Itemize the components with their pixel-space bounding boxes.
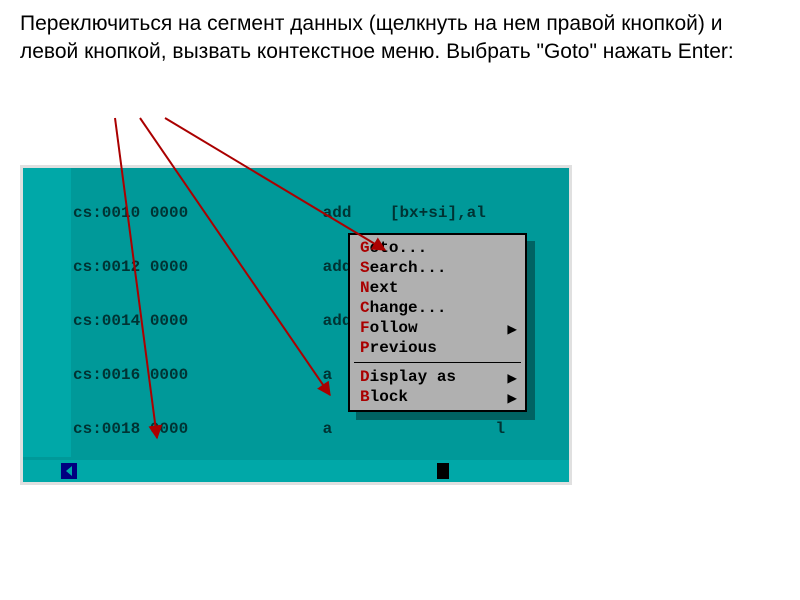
menu-goto[interactable]: Goto... xyxy=(350,238,525,258)
submenu-arrow-icon: ▶ xyxy=(507,320,517,340)
context-menu: Goto... Search... Next Change... Follow▶… xyxy=(348,233,527,412)
submenu-arrow-icon: ▶ xyxy=(507,369,517,389)
horizontal-scrollbar[interactable] xyxy=(23,460,569,482)
menu-next[interactable]: Next xyxy=(350,278,525,298)
menu-follow[interactable]: Follow▶ xyxy=(350,318,525,338)
debugger-window: cs:0010 0000 add [bx+si],al cs:0012 0000… xyxy=(20,165,572,485)
scroll-thumb[interactable] xyxy=(437,463,449,479)
asm-row[interactable]: cs:0018 0000 a l xyxy=(73,420,569,438)
menu-block[interactable]: Block▶ xyxy=(350,387,525,407)
asm-row[interactable]: cs:0010 0000 add [bx+si],al xyxy=(73,204,569,222)
menu-separator xyxy=(354,362,521,363)
menu-change[interactable]: Change... xyxy=(350,298,525,318)
menu-previous[interactable]: Previous xyxy=(350,338,525,358)
instruction-text: Переключиться на сегмент данных (щелкнут… xyxy=(20,10,770,67)
scroll-left-icon[interactable] xyxy=(61,463,77,479)
line-gutter xyxy=(23,168,71,457)
menu-search[interactable]: Search... xyxy=(350,258,525,278)
menu-display-as[interactable]: Display as▶ xyxy=(350,367,525,387)
scroll-right-region[interactable] xyxy=(418,463,434,479)
submenu-arrow-icon: ▶ xyxy=(507,389,517,409)
debugger-client-area[interactable]: cs:0010 0000 add [bx+si],al cs:0012 0000… xyxy=(23,168,569,482)
